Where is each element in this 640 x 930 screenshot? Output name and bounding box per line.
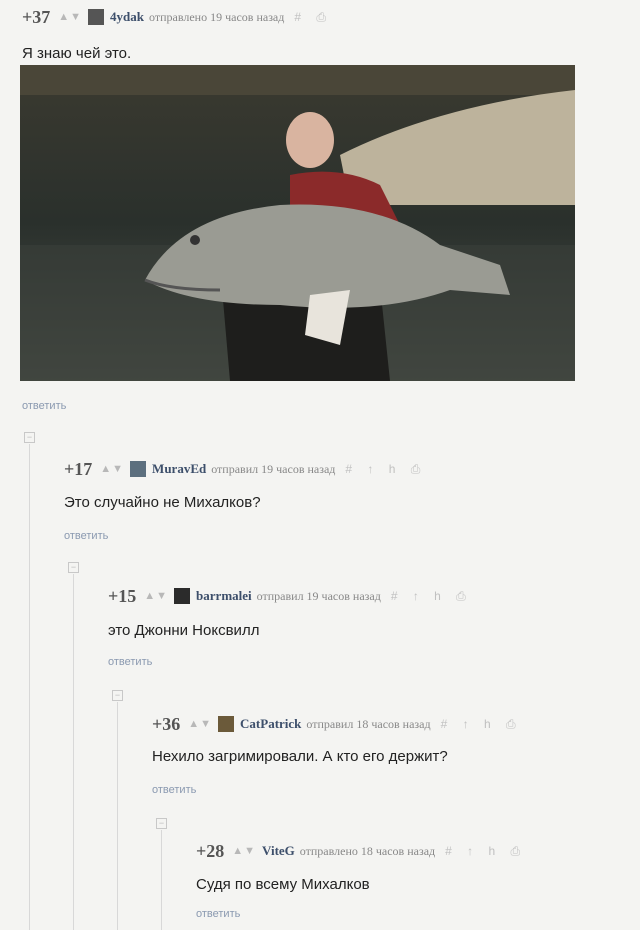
collapse-thread-icon[interactable]: − — [68, 562, 79, 573]
comment-5-meta: +28 ▲▼ ViteG отправлено 18 часов назад #… — [196, 840, 526, 862]
rating: +17 — [64, 458, 93, 479]
fish-photo — [20, 65, 575, 381]
comment-4-meta: +36 ▲▼ CatPatrick отправил 18 часов наза… — [152, 713, 522, 735]
comment-actions-icon[interactable]: # ↑ h ⎙ — [445, 844, 526, 859]
vote-arrows-icon[interactable]: ▲▼ — [232, 845, 256, 857]
comment-1-meta: +37 ▲▼ 4ydak отправлено 19 часов назад #… — [22, 6, 332, 28]
rating: +37 — [22, 6, 51, 27]
vote-arrows-icon[interactable]: ▲▼ — [188, 718, 212, 730]
vote-arrows-icon[interactable]: ▲▼ — [144, 590, 168, 602]
timestamp: отправлено 19 часов назад — [149, 9, 285, 24]
timestamp: отправлено 18 часов назад — [299, 843, 436, 858]
collapse-thread-icon[interactable]: − — [112, 690, 123, 701]
reply-link[interactable]: ответить — [196, 908, 240, 920]
thread-line[interactable] — [73, 574, 74, 930]
username[interactable]: 4ydak — [110, 9, 144, 25]
comment-5-text: Судя по всему Михалков — [196, 876, 370, 893]
timestamp: отправил 19 часов назад — [256, 588, 381, 603]
avatar[interactable] — [88, 9, 105, 25]
reply-link[interactable]: ответить — [108, 656, 152, 668]
username[interactable]: MuravEd — [152, 461, 206, 477]
collapse-thread-icon[interactable]: − — [24, 432, 35, 443]
rating: +36 — [152, 713, 181, 734]
comment-image[interactable] — [20, 65, 575, 381]
username[interactable]: CatPatrick — [240, 716, 301, 732]
reply-link[interactable]: ответить — [64, 530, 108, 542]
avatar[interactable] — [174, 588, 191, 604]
comment-actions-icon[interactable]: # ↑ h ⎙ — [391, 589, 472, 604]
vote-arrows-icon[interactable]: ▲▼ — [100, 463, 124, 475]
comment-3-meta: +15 ▲▼ barrmalei отправил 19 часов назад… — [108, 585, 472, 607]
comment-actions-icon[interactable]: # ↑ h ⎙ — [441, 717, 522, 732]
timestamp: отправил 19 часов назад — [211, 461, 336, 476]
username[interactable]: ViteG — [262, 843, 295, 859]
thread-line[interactable] — [117, 702, 118, 930]
avatar[interactable] — [130, 461, 147, 477]
reply-link[interactable]: ответить — [22, 400, 66, 412]
comment-1-text: Я знаю чей это. — [22, 45, 132, 62]
collapse-thread-icon[interactable]: − — [156, 818, 167, 829]
avatar[interactable] — [218, 716, 235, 732]
thread-line[interactable] — [29, 444, 30, 930]
comment-2-meta: +17 ▲▼ MuravEd отправил 19 часов назад #… — [64, 458, 426, 480]
timestamp: отправил 18 часов назад — [306, 716, 431, 731]
rating: +28 — [196, 840, 225, 861]
comment-actions-icon[interactable]: # ⎙ — [294, 10, 332, 25]
vote-arrows-icon[interactable]: ▲▼ — [58, 11, 82, 23]
reply-link[interactable]: ответить — [152, 784, 196, 796]
username[interactable]: barrmalei — [196, 588, 252, 604]
thread-line[interactable] — [161, 830, 162, 930]
comment-2-text: Это случайно не Михалков? — [64, 494, 261, 511]
comment-3-text: это Джонни Ноксвилл — [108, 622, 260, 639]
rating: +15 — [108, 585, 137, 606]
comment-4-text: Нехило загримировали. А кто его держит? — [152, 748, 448, 765]
comment-actions-icon[interactable]: # ↑ h ⎙ — [345, 462, 426, 477]
